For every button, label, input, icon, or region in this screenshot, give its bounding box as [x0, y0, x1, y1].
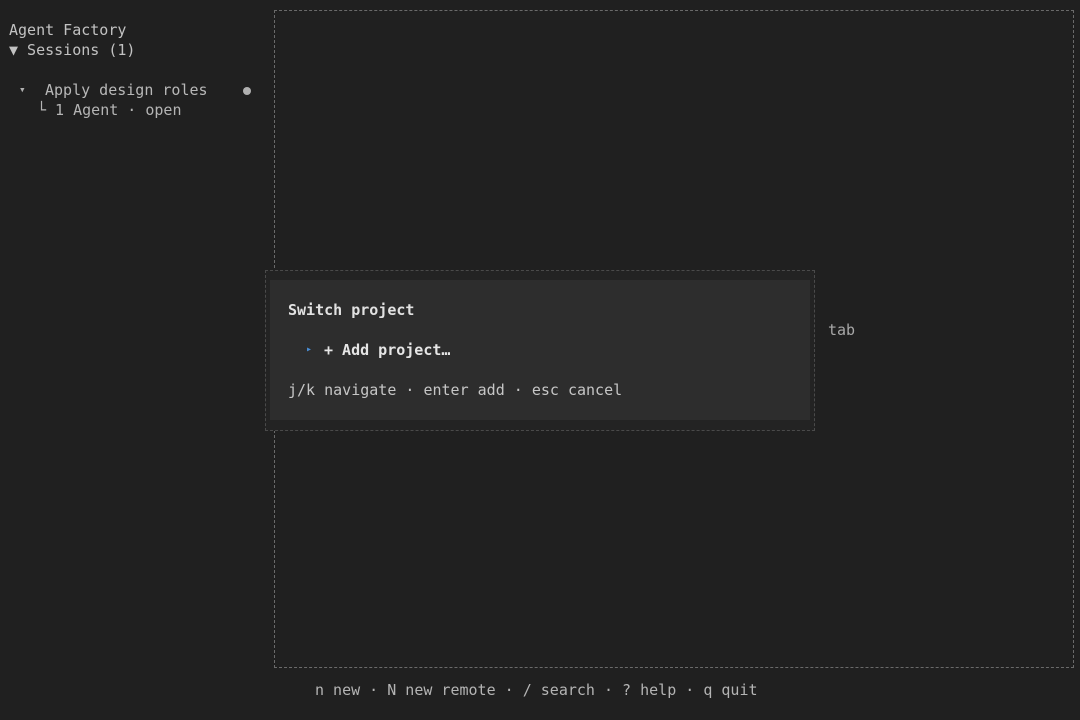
switch-project-dialog: Switch project ▸ + Add project… j/k navi… — [270, 280, 810, 420]
session-title: Apply design roles — [45, 81, 208, 99]
dialog-title: Switch project — [288, 301, 415, 319]
session-item[interactable]: ▾ Apply design roles — [19, 80, 259, 100]
option-label: + Add project… — [324, 341, 451, 359]
app-title: Agent Factory — [9, 21, 127, 39]
selection-arrow-icon: ▸ — [306, 344, 313, 355]
pane-tab-label: tab — [828, 321, 856, 339]
sessions-header[interactable]: ▼ Sessions (1) — [9, 40, 135, 60]
dialog-keyboard-hint: j/k navigate · enter add · esc cancel — [288, 381, 623, 399]
collapse-caret-icon[interactable]: ▾ — [19, 80, 26, 100]
footer-keyboard-hint: n new · N new remote · / search · ? help… — [315, 681, 758, 699]
session-agent-summary[interactable]: └ 1 Agent · open — [37, 100, 182, 120]
add-project-option[interactable]: ▸ + Add project… — [306, 340, 606, 360]
status-dot-icon — [243, 87, 251, 95]
